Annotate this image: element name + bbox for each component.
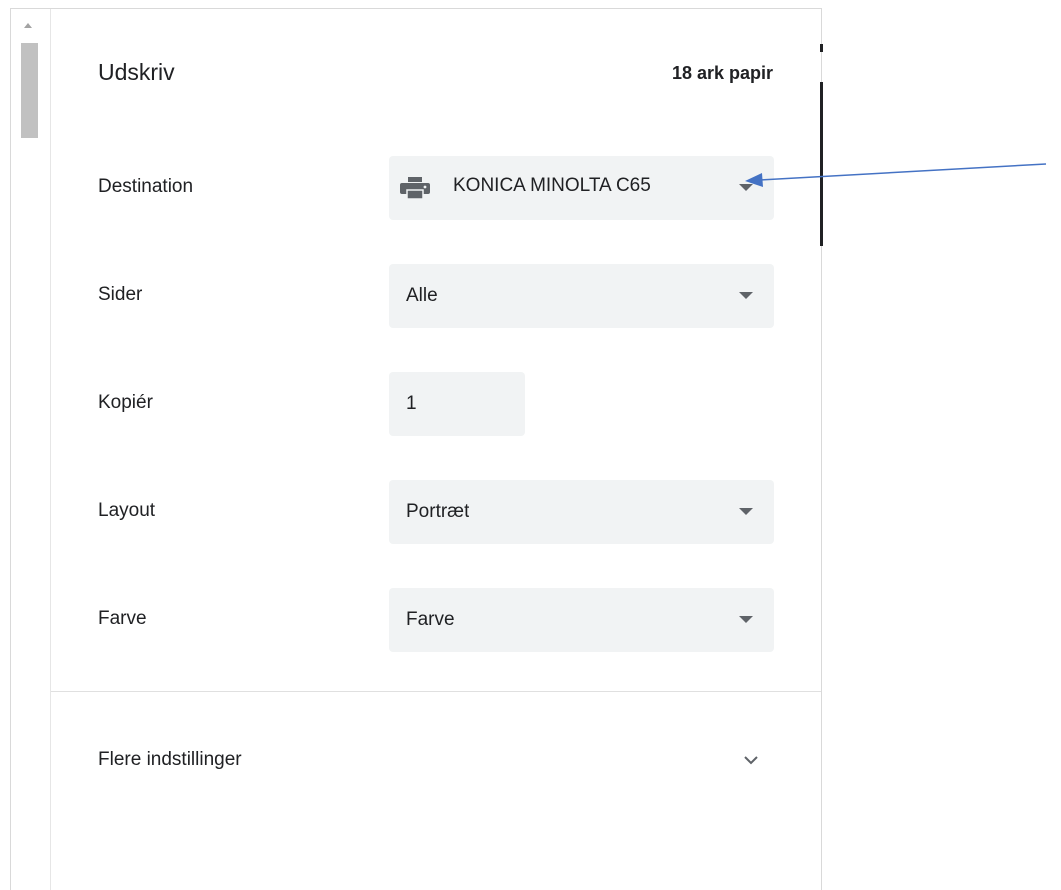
dialog-title: Udskriv: [98, 59, 175, 85]
layout-label: Layout: [98, 500, 156, 521]
chevron-down-icon[interactable]: [743, 755, 759, 765]
color-value: Farve: [406, 609, 455, 630]
copies-value: 1: [406, 393, 417, 414]
dropdown-caret-icon: [739, 184, 753, 191]
scroll-up-arrow-icon[interactable]: [24, 23, 32, 28]
dropdown-caret-icon: [739, 508, 753, 515]
dropdown-caret-icon: [739, 616, 753, 623]
copies-label: Kopiér: [98, 392, 153, 413]
print-settings-panel: Udskriv 18 ark papir Destination KONICA …: [10, 8, 822, 890]
sheet-count: 18 ark papir: [671, 63, 773, 83]
vertical-scrollbar[interactable]: [11, 9, 51, 890]
pages-select[interactable]: Alle: [389, 264, 774, 328]
layout-select[interactable]: Portræt: [389, 480, 774, 544]
destination-select[interactable]: KONICA MINOLTA C65: [389, 156, 774, 220]
background-window-edge: [820, 82, 823, 246]
color-select[interactable]: Farve: [389, 588, 774, 652]
section-divider: [51, 691, 821, 692]
layout-value: Portræt: [406, 501, 470, 522]
destination-label: Destination: [98, 176, 194, 197]
background-window-edge: [820, 44, 823, 52]
dropdown-caret-icon: [739, 292, 753, 299]
pages-value: Alle: [406, 285, 438, 306]
pages-label: Sider: [98, 284, 143, 305]
scrollbar-thumb[interactable]: [21, 43, 38, 138]
color-label: Farve: [98, 608, 147, 629]
destination-value: KONICA MINOLTA C65: [453, 175, 651, 196]
printer-icon: [400, 177, 430, 199]
more-settings-label[interactable]: Flere indstillinger: [98, 749, 242, 771]
copies-input[interactable]: 1: [389, 372, 525, 436]
